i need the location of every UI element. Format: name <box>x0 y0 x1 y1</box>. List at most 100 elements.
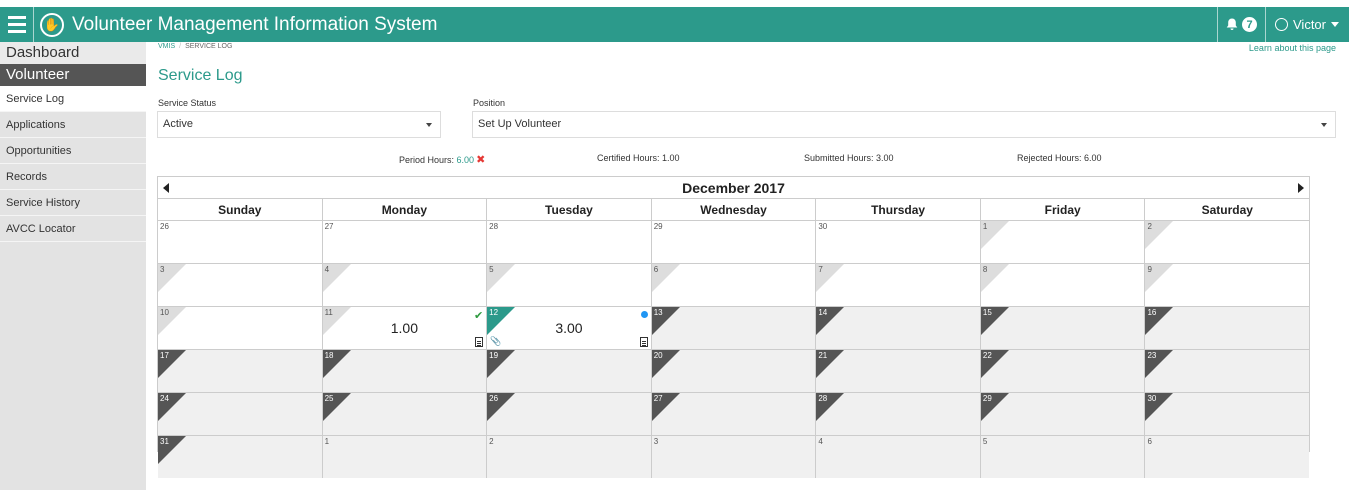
calendar-day[interactable]: 28 <box>816 393 981 435</box>
sidebar: Dashboard Volunteer Service Log Applicat… <box>0 42 146 490</box>
calendar-day[interactable]: 27 <box>651 393 817 435</box>
calendar-day[interactable]: 19 <box>487 350 652 392</box>
calendar-day[interactable]: 31 <box>158 436 323 478</box>
document-icon[interactable] <box>475 337 484 347</box>
calendar-day[interactable]: 18 <box>322 350 488 392</box>
user-menu-button[interactable]: Victor <box>1266 17 1349 32</box>
sidebar-item-records[interactable]: Records <box>0 164 146 190</box>
calendar-day[interactable]: 25 <box>322 393 488 435</box>
calendar-day[interactable]: 9 <box>1145 264 1310 306</box>
day-number: 1 <box>324 437 330 446</box>
calendar-day[interactable]: 1 <box>322 436 488 478</box>
calendar-day[interactable]: 28 <box>487 221 652 263</box>
day-number: 14 <box>818 308 828 317</box>
calendar-day-with-entry[interactable]: 11 ✔ 1.00 <box>322 307 488 349</box>
calendar-day[interactable]: 29 <box>651 221 817 263</box>
user-icon <box>1275 18 1288 31</box>
prev-month-icon[interactable] <box>163 183 169 193</box>
sidebar-item-service-history[interactable]: Service History <box>0 190 146 216</box>
day-number: 17 <box>160 351 169 360</box>
chevron-down-icon <box>426 123 432 127</box>
calendar-day[interactable]: 2 <box>1145 221 1310 263</box>
day-number: 3 <box>653 437 659 446</box>
calendar-day[interactable]: 3 <box>158 264 323 306</box>
app-title: Volunteer Management Information System <box>72 13 438 35</box>
calendar-day[interactable]: 5 <box>980 436 1146 478</box>
day-number: 22 <box>982 351 992 360</box>
calendar-day[interactable]: 6 <box>651 264 817 306</box>
day-number: 15 <box>982 308 992 317</box>
calendar-day[interactable]: 30 <box>816 221 981 263</box>
calendar-week: 3 4 5 6 7 8 9 <box>158 264 1310 307</box>
day-number: 27 <box>324 222 334 231</box>
position-select[interactable]: Set Up Volunteer <box>472 111 1336 138</box>
service-status-select[interactable]: Active <box>157 111 441 138</box>
calendar-day[interactable]: 24 <box>158 393 323 435</box>
weekday-saturday: Saturday <box>1201 203 1253 217</box>
weekday-thursday: Thursday <box>816 199 981 220</box>
calendar-day[interactable]: 5 <box>487 264 652 306</box>
calendar-day[interactable]: 4 <box>816 436 981 478</box>
sidebar-item-applications[interactable]: Applications <box>0 112 146 138</box>
position-label: Position <box>473 98 506 108</box>
calendar-day[interactable]: 20 <box>651 350 817 392</box>
menu-toggle-button[interactable] <box>0 7 34 42</box>
day-number: 2 <box>1147 222 1152 231</box>
sidebar-section-volunteer[interactable]: Volunteer <box>0 64 146 86</box>
calendar-day[interactable]: 7 <box>816 264 981 306</box>
calendar-day[interactable]: 23 <box>1145 350 1310 392</box>
breadcrumb-current: SERVICE LOG <box>185 43 233 50</box>
calendar-day[interactable]: 15 <box>980 307 1146 349</box>
notifications-button[interactable]: 7 <box>1217 7 1266 42</box>
day-number: 29 <box>653 222 663 231</box>
calendar-day[interactable]: 17 <box>158 350 323 392</box>
calendar-day[interactable]: 8 <box>980 264 1146 306</box>
calendar-day[interactable]: 27 <box>322 221 488 263</box>
calendar-day[interactable]: 14 <box>816 307 981 349</box>
sidebar-item-avcc-locator[interactable]: AVCC Locator <box>0 216 146 242</box>
calendar-day[interactable]: 13 <box>651 307 817 349</box>
calendar-day[interactable]: 22 <box>980 350 1146 392</box>
calendar-day[interactable]: 16 <box>1145 307 1310 349</box>
sidebar-dashboard[interactable]: Dashboard <box>0 42 146 64</box>
calendar-day[interactable]: 29 <box>980 393 1146 435</box>
breadcrumb-separator: / <box>179 43 182 50</box>
submitted-hours: Submitted Hours: 3.00 <box>804 153 894 163</box>
paperclip-icon[interactable]: 📎 <box>490 336 501 347</box>
calendar-day[interactable]: 4 <box>322 264 488 306</box>
breadcrumb-root-link[interactable]: VMIS <box>158 43 175 50</box>
document-icon[interactable] <box>639 337 648 347</box>
weekday-monday: Monday <box>323 199 488 220</box>
calendar-day[interactable]: 26 <box>158 221 323 263</box>
calendar-week: 26 27 28 29 30 1 2 <box>158 221 1310 264</box>
calendar-day[interactable]: 6 <box>1145 436 1310 478</box>
calendar-day[interactable]: 3 <box>651 436 817 478</box>
rejected-hours: Rejected Hours: 6.00 <box>1017 153 1102 163</box>
hand-logo-icon: ✋ <box>40 12 64 37</box>
period-hours-value[interactable]: 6.00 <box>457 155 475 165</box>
day-number: 7 <box>818 265 823 274</box>
calendar-day-with-entry[interactable]: 12 3.00 📎 <box>487 307 652 349</box>
calendar-day[interactable]: 10 <box>158 307 323 349</box>
sidebar-item-opportunities[interactable]: Opportunities <box>0 138 146 164</box>
next-month-icon[interactable] <box>1298 183 1304 193</box>
learn-about-page-link[interactable]: Learn about this page <box>1249 43 1336 53</box>
calendar-day[interactable]: 30 <box>1145 393 1310 435</box>
day-number: 1 <box>982 222 988 231</box>
calendar-day[interactable]: 21 <box>816 350 981 392</box>
calendar-header: December 2017 <box>158 177 1309 199</box>
day-number: 12 <box>489 308 499 317</box>
period-hours: Period Hours: 6.00 ✖ <box>399 153 485 166</box>
top-right-controls: 7 Victor <box>1217 7 1349 42</box>
sidebar-item-service-log[interactable]: Service Log <box>0 86 146 112</box>
calendar-day[interactable]: 26 <box>487 393 652 435</box>
position-value: Set Up Volunteer <box>478 118 562 130</box>
calendar-week: 31 1 2 3 4 5 6 <box>158 436 1310 478</box>
calendar-day[interactable]: 1 <box>980 221 1146 263</box>
day-hours-value: 1.00 <box>390 320 418 336</box>
submitted-dot-icon <box>640 311 648 318</box>
day-number: 19 <box>489 351 499 360</box>
chevron-down-icon <box>1321 123 1327 127</box>
calendar-day[interactable]: 2 <box>487 436 652 478</box>
day-number: 21 <box>818 351 828 360</box>
